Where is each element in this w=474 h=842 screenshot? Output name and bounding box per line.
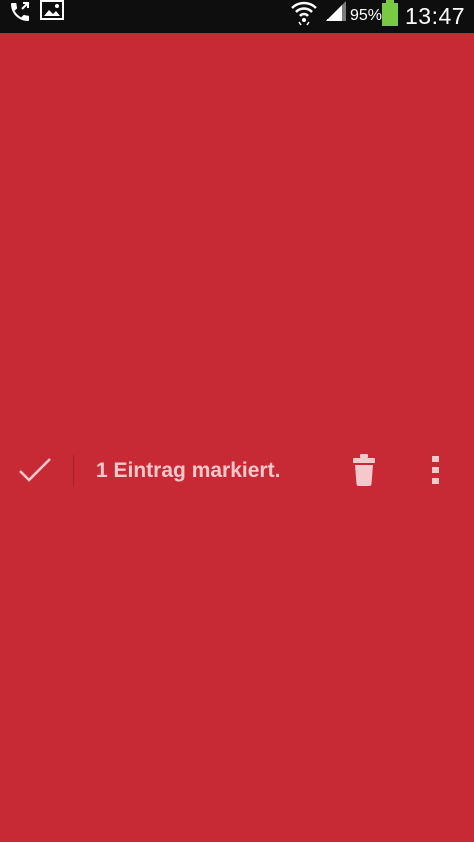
trash-icon xyxy=(353,454,375,486)
battery-percent: 95% xyxy=(350,7,383,24)
contextual-action-bar: 1 Eintrag markiert. xyxy=(0,437,474,503)
signal-icon xyxy=(325,0,347,27)
selection-count-title: 1 Eintrag markiert. xyxy=(96,459,281,482)
clock: 13:47 xyxy=(405,3,466,29)
call-forward-icon xyxy=(8,0,32,29)
image-icon xyxy=(40,0,64,25)
overflow-menu-icon xyxy=(432,456,439,484)
checkmark-icon xyxy=(19,458,51,482)
status-bar: 95% 13:47 xyxy=(0,0,474,33)
main-content: 1 Eintrag markiert. xyxy=(0,33,474,842)
done-button[interactable] xyxy=(0,437,72,503)
overflow-menu-button[interactable] xyxy=(420,437,456,503)
battery-icon xyxy=(381,0,399,31)
wifi-icon xyxy=(290,0,318,31)
delete-button[interactable] xyxy=(340,437,388,503)
divider xyxy=(73,455,74,487)
